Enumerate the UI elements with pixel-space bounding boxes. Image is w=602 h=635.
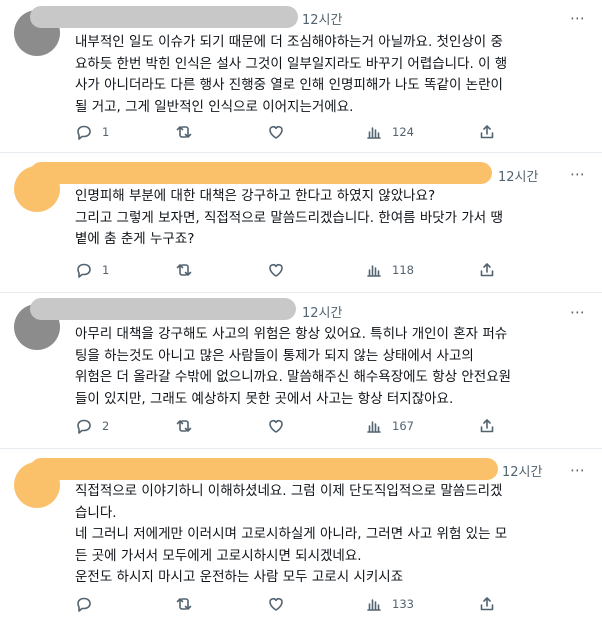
views-count: 133	[392, 597, 414, 611]
retweet-icon	[176, 598, 192, 610]
retweet-icon	[176, 420, 192, 432]
share-icon	[480, 597, 494, 611]
timestamp[interactable]: 12시간	[502, 461, 542, 480]
tweet-actions: 2 167	[76, 416, 516, 436]
timestamp[interactable]: 12시간	[302, 9, 342, 28]
like-icon	[269, 264, 283, 277]
like-icon	[269, 598, 283, 611]
retweet-button[interactable]	[176, 416, 202, 436]
reply-icon	[77, 419, 91, 434]
tweet[interactable]: 12시간 ⋯ 아무리 대책을 강구해도 사고의 위험은 항상 있어요. 특히나 …	[0, 292, 602, 449]
like-button[interactable]	[268, 122, 294, 142]
share-button[interactable]	[479, 122, 495, 142]
like-icon	[269, 126, 283, 139]
views-icon	[367, 265, 381, 277]
views-button[interactable]: 167	[366, 416, 414, 436]
more-icon[interactable]: ⋯	[568, 304, 588, 320]
redacted-username[interactable]	[30, 298, 296, 320]
redacted-username[interactable]	[30, 162, 492, 184]
retweet-button[interactable]	[176, 594, 202, 614]
reply-count: 1	[102, 125, 110, 139]
share-icon	[480, 125, 494, 139]
reply-button[interactable]: 1	[76, 260, 109, 280]
views-count: 167	[392, 419, 414, 433]
like-icon	[269, 420, 283, 433]
more-icon[interactable]: ⋯	[568, 10, 588, 26]
tweet-text: 아무리 대책을 강구해도 사고의 위험은 항상 있어요. 특히나 개인이 혼자 …	[75, 326, 512, 407]
views-icon	[367, 421, 381, 433]
like-button[interactable]	[268, 416, 294, 436]
views-icon	[367, 599, 381, 611]
share-button[interactable]	[479, 416, 495, 436]
reply-button[interactable]: 1	[76, 122, 109, 142]
reply-icon	[77, 597, 91, 612]
reply-count: 1	[102, 263, 110, 277]
reply-button[interactable]	[76, 594, 102, 614]
like-button[interactable]	[268, 594, 294, 614]
more-icon[interactable]: ⋯	[568, 166, 588, 182]
reply-icon	[77, 263, 91, 278]
views-count: 118	[392, 263, 414, 277]
share-button[interactable]	[479, 594, 495, 614]
tweet-text: 내부적인 일도 이슈가 되기 때문에 더 조심해야하는거 아닐까요. 첫인상이 …	[75, 34, 508, 115]
redacted-username[interactable]	[30, 458, 498, 480]
share-icon	[480, 263, 494, 277]
reply-count: 2	[102, 419, 110, 433]
views-icon	[367, 127, 381, 139]
tweet-actions: 1 124	[76, 122, 516, 142]
reply-button[interactable]: 2	[76, 416, 109, 436]
retweet-icon	[176, 126, 192, 138]
views-count: 124	[392, 125, 414, 139]
views-button[interactable]: 133	[366, 594, 414, 614]
timestamp[interactable]: 12시간	[302, 302, 342, 321]
views-button[interactable]: 124	[366, 122, 414, 142]
tweet-actions: 133	[76, 594, 516, 614]
tweet[interactable]: 12시간 ⋯ 인명피해 부분에 대한 대책은 강구하고 한다고 하였지 않았나요…	[0, 152, 602, 293]
like-button[interactable]	[268, 260, 294, 280]
share-icon	[480, 419, 494, 433]
retweet-button[interactable]	[176, 260, 202, 280]
tweet-text: 인명피해 부분에 대한 대책은 강구하고 한다고 하였지 않았나요? 그리고 그…	[75, 188, 503, 247]
retweet-button[interactable]	[176, 122, 202, 142]
share-button[interactable]	[479, 260, 495, 280]
tweet[interactable]: 12시간 ⋯ 직접적으로 이야기하니 이해하셨네요. 그럼 이제 단도직입적으로…	[0, 448, 602, 635]
reply-icon	[77, 125, 91, 140]
tweet-actions: 1 118	[76, 260, 516, 280]
timestamp[interactable]: 12시간	[498, 166, 538, 185]
retweet-icon	[176, 264, 192, 276]
views-button[interactable]: 118	[366, 260, 414, 280]
tweet[interactable]: 12시간 ⋯ 내부적인 일도 이슈가 되기 때문에 더 조심해야하는거 아닐까요…	[0, 0, 602, 153]
tweet-text: 직접적으로 이야기하니 이해하셨네요. 그럼 이제 단도직입적으로 말씀드리겠 …	[75, 483, 508, 585]
redacted-username[interactable]	[30, 6, 298, 28]
more-icon[interactable]: ⋯	[568, 462, 588, 478]
